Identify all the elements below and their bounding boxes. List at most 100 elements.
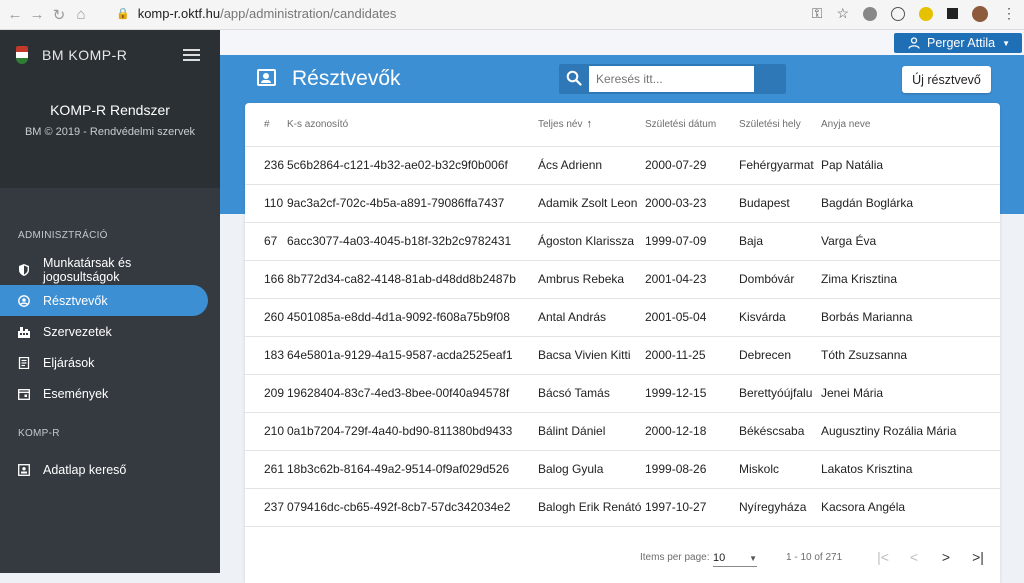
hamburger-menu-icon[interactable] — [183, 49, 200, 61]
sort-ascending-icon[interactable]: ↑ — [586, 118, 592, 130]
sidebar-item-label: Résztvevők — [43, 293, 108, 308]
cell-birth-date: 2000-11-25 — [645, 336, 739, 375]
chevron-down-icon: ▼ — [749, 554, 757, 563]
column-header-number[interactable]: # — [245, 103, 287, 147]
cell-number: 210 — [245, 412, 287, 451]
extension-icon[interactable] — [919, 6, 933, 21]
cell-birth-date: 2001-05-04 — [645, 298, 739, 337]
first-page-icon[interactable]: |< — [874, 548, 892, 566]
extension-icon[interactable] — [947, 8, 958, 19]
extension-icon[interactable] — [863, 6, 877, 21]
sidebar-item-label: Adatlap kereső — [43, 462, 127, 477]
table-row[interactable]: 209 19628404-83c7-4ed3-8bee-00f40a94578f B… — [245, 374, 1000, 413]
sidebar-item-participants[interactable]: Résztvevők — [0, 285, 208, 316]
cell-kid: 079416dc-cb65-492f-8cb7-57dc342034e2 — [287, 488, 538, 527]
last-page-icon[interactable]: >| — [969, 548, 987, 566]
cell-mother-name: Pap Natália — [821, 146, 1000, 185]
cell-birth-place: Békéscsaba — [739, 412, 821, 451]
cell-birth-date: 1999-07-09 — [645, 222, 739, 261]
cell-mother-name: Augusztiny Rozália Mária — [821, 412, 1000, 451]
cell-birth-date: 2001-04-23 — [645, 260, 739, 299]
page-size-select[interactable]: 10 ▼ — [713, 548, 757, 567]
cell-birth-date: 2000-03-23 — [645, 184, 739, 223]
home-icon[interactable]: ⌂ — [70, 6, 92, 23]
table-row[interactable]: 236 5c6b2864-c121-4b32-ae02-b32c9f0b006f Á… — [245, 146, 1000, 185]
cell-birth-place: Berettyóújfalu — [739, 374, 821, 413]
cell-kid: 0a1b7204-729f-4a40-bd90-811380bd9433 — [287, 412, 538, 451]
table-row[interactable]: 67 6acc3077-4a03-4045-b18f-32b2c9782431 Ág… — [245, 222, 1000, 261]
forward-arrow-icon[interactable]: → — [26, 6, 48, 23]
crest-logo — [16, 46, 28, 64]
key-icon[interactable]: ⚿ — [812, 5, 823, 22]
sidebar-item-organizations[interactable]: Szervezetek — [0, 316, 208, 347]
table-row[interactable]: 261 18b3c62b-8164-49a2-9514-0f9af029d526 B… — [245, 450, 1000, 489]
table-row[interactable]: 260 4501085a-e8dd-4d1a-9092-f608a75b9f08 A… — [245, 298, 1000, 337]
table-row[interactable]: 237 079416dc-cb65-492f-8cb7-57dc342034e2 B… — [245, 488, 1000, 527]
sidebar-item-staff[interactable]: Munkatársak és jogosultságok — [0, 254, 208, 285]
profile-avatar[interactable] — [972, 5, 988, 22]
reload-icon[interactable]: ↻ — [48, 6, 70, 24]
sidebar-item-datasheet-search[interactable]: Adatlap kereső — [0, 454, 208, 485]
page-header: Résztvevők Új résztvevő — [220, 55, 1024, 103]
column-header-kid[interactable]: K-s azonosító — [287, 103, 538, 147]
cell-full-name: Bácsó Tamás — [538, 374, 645, 413]
cell-kid: 19628404-83c7-4ed3-8bee-00f40a94578f — [287, 374, 538, 413]
building-icon — [18, 326, 30, 338]
cell-kid: 18b3c62b-8164-49a2-9514-0f9af029d526 — [287, 450, 538, 489]
table-row[interactable]: 110 9ac3a2cf-702c-4b5a-a891-79086ffa7437 A… — [245, 184, 1000, 223]
cell-mother-name: Bagdán Boglárka — [821, 184, 1000, 223]
cell-full-name: Ágoston Klarissza — [538, 222, 645, 261]
user-circle-icon — [18, 294, 30, 307]
next-page-icon[interactable]: > — [937, 548, 955, 566]
address-bar[interactable]: 🔒 komp-r.oktf.hu/app/administration/cand… — [116, 6, 396, 21]
cell-number: 260 — [245, 298, 287, 337]
table-row[interactable]: 166 8b772d34-ca82-4148-81ab-d48dd8b2487b A… — [245, 260, 1000, 299]
table-header-row: # K-s azonosító Teljes név ↑ Születési dá… — [245, 103, 1000, 147]
column-header-birth-place[interactable]: Születési hely — [739, 103, 821, 147]
sidebar-header: BM KOMP-R KOMP-R Rendszer BM © 2019 - Re… — [0, 30, 220, 188]
top-bar: Perger Attila ▼ — [220, 30, 1024, 55]
star-icon[interactable]: ☆ — [836, 5, 849, 22]
cell-full-name: Bacsa Vivien Kitti — [538, 336, 645, 375]
cell-birth-place: Dombóvár — [739, 260, 821, 299]
extension-icon[interactable] — [891, 6, 905, 21]
lock-icon: 🔒 — [116, 8, 130, 20]
sidebar: BM KOMP-R KOMP-R Rendszer BM © 2019 - Re… — [0, 30, 220, 573]
table-row[interactable]: 210 0a1b7204-729f-4a40-bd90-811380bd9433 B… — [245, 412, 1000, 451]
participants-table: # K-s azonosító Teljes név ↑ Születési dá… — [245, 103, 1000, 527]
cell-full-name: Balogh Erik Renátó — [538, 488, 645, 527]
column-header-birth-date[interactable]: Születési dátum — [645, 103, 739, 147]
brand-name: BM KOMP-R — [42, 47, 128, 63]
search-icon[interactable] — [566, 70, 582, 86]
cell-number: 166 — [245, 260, 287, 299]
sidebar-item-events[interactable]: Események — [0, 378, 208, 409]
back-arrow-icon[interactable]: ← — [4, 6, 26, 23]
column-header-full-name[interactable]: Teljes név ↑ — [538, 103, 645, 147]
more-vertical-icon[interactable]: ⋮ — [1002, 5, 1016, 22]
cell-number: 237 — [245, 488, 287, 527]
user-icon — [908, 37, 920, 49]
chevron-down-icon: ▼ — [1002, 38, 1011, 48]
cell-birth-place: Budapest — [739, 184, 821, 223]
cell-birth-date: 2000-07-29 — [645, 146, 739, 185]
cell-birth-place: Miskolc — [739, 450, 821, 489]
previous-page-icon[interactable]: < — [905, 548, 923, 566]
cell-kid: 4501085a-e8dd-4d1a-9092-f608a75b9f08 — [287, 298, 538, 337]
page-size-value: 10 — [713, 552, 726, 564]
cell-number: 209 — [245, 374, 287, 413]
system-subtitle: BM © 2019 - Rendvédelmi szervek — [24, 126, 196, 138]
column-header-mother-name[interactable]: Anyja neve — [821, 103, 1000, 147]
cell-mother-name: Lakatos Krisztina — [821, 450, 1000, 489]
url-host: komp-r.oktf.hu — [137, 6, 221, 21]
search-input[interactable] — [589, 66, 754, 92]
table-row[interactable]: 183 64e5801a-9129-4a15-9587-acda2525eaf1 B… — [245, 336, 1000, 375]
sidebar-item-label: Események — [43, 386, 109, 401]
user-menu-button[interactable]: Perger Attila ▼ — [894, 33, 1022, 53]
page-range: 1 - 10 of 271 — [786, 552, 843, 563]
cell-birth-place: Kisvárda — [739, 298, 821, 337]
new-participant-button[interactable]: Új résztvevő — [902, 66, 991, 93]
cell-kid: 5c6b2864-c121-4b32-ae02-b32c9f0b006f — [287, 146, 538, 185]
sidebar-item-procedures[interactable]: Eljárások — [0, 347, 208, 378]
cell-full-name: Bálint Dániel — [538, 412, 645, 451]
cell-full-name: Antal András — [538, 298, 645, 337]
